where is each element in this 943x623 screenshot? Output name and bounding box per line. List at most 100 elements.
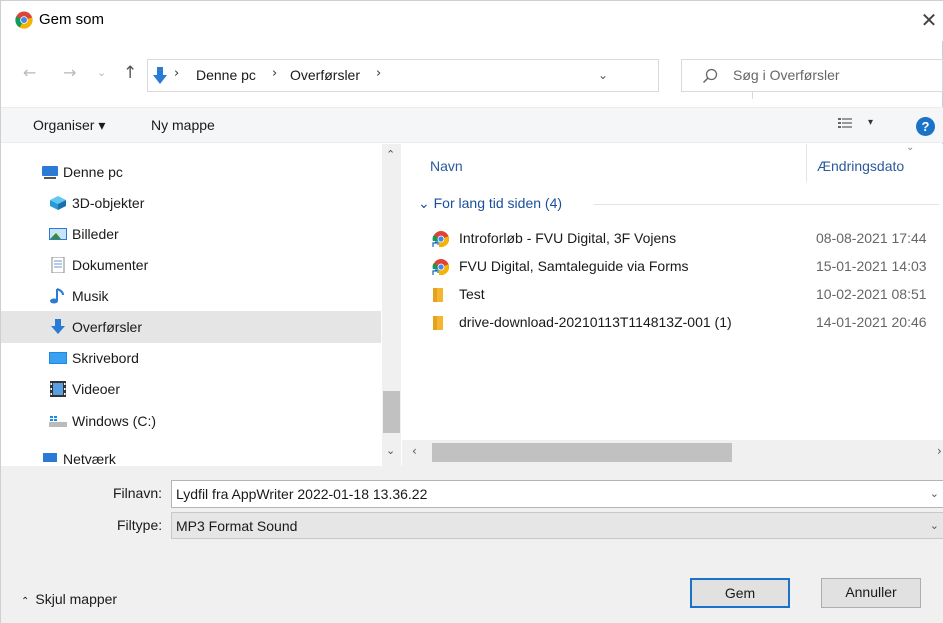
help-icon[interactable]: ? (916, 117, 935, 136)
chevron-down-icon[interactable]: ⌄ (930, 519, 939, 532)
hide-folders-label: Skjul mapper (35, 591, 118, 607)
search-input[interactable]: Søg i Overførsler (681, 59, 943, 92)
nav-pane-scrollbar[interactable]: ⌃ ⌄ (382, 144, 401, 466)
filename-field[interactable]: Lydfil fra AppWriter 2022-01-18 13.36.22… (171, 480, 943, 508)
drive-icon (49, 416, 67, 427)
save-as-dialog: Gem som ✕ ← → ⌄ ↑ › Denne pc › Overførsl… (0, 0, 943, 623)
desktop-icon (49, 352, 67, 364)
breadcrumb-separator[interactable]: › (376, 66, 381, 81)
scrollbar-thumb[interactable] (383, 391, 400, 433)
chrome-shortcut-icon (432, 231, 449, 248)
search-icon (702, 68, 718, 84)
nav-item-label: Netværk (63, 451, 116, 466)
3d-objects-icon (50, 196, 66, 210)
file-name: Test (459, 286, 485, 302)
group-divider (594, 204, 939, 205)
forward-arrow-icon[interactable]: → (63, 63, 76, 82)
scroll-down-icon[interactable]: ⌄ (386, 444, 395, 457)
folder-icon (433, 288, 443, 302)
nav-item-this-pc[interactable]: Denne pc (1, 156, 381, 188)
file-date: 15-01-2021 14:03 (816, 258, 927, 274)
nav-item-network[interactable]: Netværk (1, 443, 381, 466)
downloads-icon (51, 319, 65, 334)
up-arrow-icon[interactable]: ↑ (123, 63, 137, 83)
file-name: Introforløb - FVU Digital, 3F Vojens (459, 230, 677, 246)
file-date: 08-08-2021 17:44 (816, 230, 927, 246)
folder-icon (433, 316, 443, 330)
address-bar[interactable]: › Denne pc › Overførsler › ⌄ ↻ (147, 59, 784, 99)
search-placeholder: Søg i Overførsler (733, 67, 840, 83)
nav-item-desktop[interactable]: Skrivebord (1, 342, 381, 374)
cancel-button[interactable]: Annuller (821, 578, 921, 608)
view-details-icon[interactable] (838, 117, 852, 131)
group-header[interactable]: ⌄ For lang tid siden (4) (418, 195, 562, 212)
file-date: 10-02-2021 08:51 (816, 286, 927, 302)
chevron-up-icon: ⌃ (21, 596, 30, 607)
back-arrow-icon[interactable]: ← (23, 63, 36, 82)
nav-item-label: Skrivebord (72, 350, 139, 366)
downloads-icon (153, 67, 167, 84)
nav-item-downloads[interactable]: Overførsler (1, 311, 381, 343)
column-header-date[interactable]: Ændringsdato (817, 158, 904, 202)
pictures-icon (49, 228, 67, 240)
chrome-shortcut-icon (432, 259, 449, 276)
scroll-left-icon[interactable]: ‹ (412, 444, 417, 458)
scrollbar-thumb[interactable] (432, 443, 732, 462)
view-options-dropdown[interactable]: ▾ (868, 117, 873, 128)
file-row[interactable]: Test 10-02-2021 08:51 (402, 280, 943, 308)
close-icon[interactable]: ✕ (916, 9, 942, 31)
chrome-app-icon (15, 11, 33, 29)
title-bar: Gem som ✕ (1, 1, 943, 41)
file-name: drive-download-20210113T114813Z-001 (1) (459, 314, 732, 330)
filename-value: Lydfil fra AppWriter 2022-01-18 13.36.22 (176, 486, 428, 502)
breadcrumb-separator: › (174, 66, 180, 81)
file-row[interactable]: FVU Digital, Samtaleguide via Forms 15-0… (402, 252, 943, 280)
recent-locations-icon[interactable]: ⌄ (97, 66, 106, 79)
scroll-up-icon[interactable]: ⌃ (386, 148, 395, 161)
breadcrumb-this-pc[interactable]: Denne pc (196, 67, 256, 83)
nav-item-music[interactable]: Musik (1, 280, 381, 312)
nav-item-videos[interactable]: Videoer (1, 373, 381, 405)
breadcrumb-separator[interactable]: › (272, 66, 277, 81)
nav-item-label: Musik (72, 288, 109, 304)
file-name: FVU Digital, Samtaleguide via Forms (459, 258, 689, 274)
nav-item-label: Videoer (72, 381, 121, 397)
nav-item-pictures[interactable]: Billeder (1, 218, 381, 250)
breadcrumb-downloads[interactable]: Overførsler (290, 67, 360, 83)
nav-item-documents[interactable]: Dokumenter (1, 249, 381, 281)
address-row: ← → ⌄ ↑ › Denne pc › Overførsler › ⌄ ↻ S… (1, 53, 943, 99)
nav-item-label: Denne pc (63, 164, 123, 180)
filename-label: Filnavn: (113, 485, 163, 501)
filetype-select[interactable]: MP3 Format Sound ⌄ (171, 512, 943, 539)
command-bar: Organiser ▾ Ny mappe ▾ ? (1, 107, 943, 143)
file-row[interactable]: drive-download-20210113T114813Z-001 (1) … (402, 308, 943, 336)
organise-button[interactable]: Organiser ▾ (33, 117, 105, 134)
music-icon (50, 288, 64, 304)
videos-icon (50, 381, 66, 397)
computer-icon (42, 166, 58, 179)
nav-item-3d-objects[interactable]: 3D-objekter (1, 187, 381, 219)
column-divider[interactable] (806, 144, 807, 182)
filetype-label: Filtype: (117, 517, 163, 533)
save-button[interactable]: Gem (690, 578, 790, 608)
nav-item-label: Windows (C:) (72, 413, 157, 429)
sort-indicator-icon: ⌄ (906, 144, 915, 153)
navigation-pane: Denne pc 3D-objekter Billeder Dokumenter… (1, 144, 401, 466)
nav-item-label: Dokumenter (72, 257, 149, 273)
scroll-right-icon[interactable]: › (937, 444, 942, 458)
nav-item-label: 3D-objekter (72, 195, 145, 211)
chevron-down-icon[interactable]: ⌄ (598, 68, 608, 82)
save-form: Filnavn: Lydfil fra AppWriter 2022-01-18… (1, 466, 943, 623)
file-row[interactable]: Introforløb - FVU Digital, 3F Vojens 08-… (402, 224, 943, 252)
hide-folders-button[interactable]: ⌃ Skjul mapper (21, 591, 117, 607)
file-list-horizontal-scrollbar[interactable]: ‹ › (402, 440, 943, 466)
filetype-value: MP3 Format Sound (176, 518, 298, 534)
nav-item-windows-c[interactable]: Windows (C:) (1, 405, 381, 437)
network-icon (43, 453, 57, 462)
documents-icon (51, 257, 65, 273)
chevron-down-icon[interactable]: ⌄ (930, 487, 939, 500)
file-list: ⌄ Navn Ændringsdato ⌄ For lang tid siden… (402, 144, 943, 466)
nav-item-label: Overførsler (72, 319, 142, 335)
new-folder-button[interactable]: Ny mappe (151, 117, 215, 133)
file-date: 14-01-2021 20:46 (816, 314, 927, 330)
